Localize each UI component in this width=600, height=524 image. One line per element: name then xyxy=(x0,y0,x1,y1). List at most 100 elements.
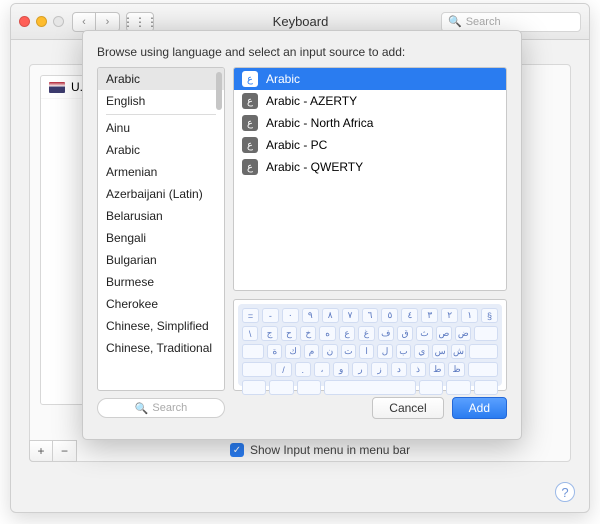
key xyxy=(474,326,498,341)
key xyxy=(468,362,498,377)
traffic-lights xyxy=(19,16,64,27)
source-item-label: Arabic xyxy=(266,72,300,86)
zoom-icon[interactable] xyxy=(53,16,64,27)
language-item[interactable]: Azerbaijani (Latin) xyxy=(98,183,224,205)
key: ا xyxy=(359,344,374,359)
key: = xyxy=(242,308,259,323)
keyboard-row: ظطذدزرو،./ xyxy=(242,362,498,377)
key: ط xyxy=(429,362,445,377)
search-icon: 🔍 xyxy=(448,15,462,28)
key: ش xyxy=(451,344,466,359)
language-item[interactable]: English xyxy=(98,90,224,112)
scrollbar-thumb[interactable] xyxy=(216,72,222,110)
key: خ xyxy=(300,326,316,341)
language-item[interactable]: Arabic xyxy=(98,68,224,90)
key: و xyxy=(333,362,349,377)
minimize-icon[interactable] xyxy=(36,16,47,27)
language-item[interactable]: Arabic xyxy=(98,139,224,161)
show-all-button[interactable]: ⋮⋮⋮ xyxy=(126,12,154,32)
toolbar-search[interactable]: 🔍 Search xyxy=(441,12,581,32)
checkbox-checked-icon[interactable]: ✓ xyxy=(230,443,244,457)
key: ٢ xyxy=(441,308,458,323)
sheet-search[interactable]: 🔍 Search xyxy=(97,398,225,418)
key: م xyxy=(304,344,319,359)
key: ٨ xyxy=(322,308,339,323)
remove-source-button[interactable]: − xyxy=(53,440,77,462)
show-input-menu-label: Show Input menu in menu bar xyxy=(250,443,410,457)
divider xyxy=(106,114,216,115)
flag-icon xyxy=(49,82,65,93)
language-item[interactable]: Chinese, Traditional xyxy=(98,337,224,359)
source-item[interactable]: عArabic - PC xyxy=(234,134,506,156)
source-list[interactable]: ع Arabic ع Arabic - AZERTY عArabic - North A… xyxy=(233,67,507,291)
help-button[interactable]: ? xyxy=(555,482,575,502)
key: ت xyxy=(341,344,356,359)
keyboard-row: شسيبلاتنمكة xyxy=(242,344,498,359)
close-icon[interactable] xyxy=(19,16,30,27)
input-source-icon: ع xyxy=(242,71,258,87)
key: ح xyxy=(281,326,297,341)
forward-button[interactable]: › xyxy=(96,12,120,32)
language-list[interactable]: ArabicEnglishAinuArabicArmenianAzerbaija… xyxy=(97,67,225,391)
key: ع xyxy=(339,326,355,341)
key: ث xyxy=(416,326,432,341)
sheet-search-placeholder: Search xyxy=(152,402,187,414)
add-source-button[interactable]: + xyxy=(29,440,53,462)
key: ل xyxy=(377,344,392,359)
key: § xyxy=(481,308,498,323)
language-item[interactable]: Chinese, Simplified xyxy=(98,315,224,337)
key: ب xyxy=(396,344,411,359)
source-item[interactable]: ع Arabic - QWERTY xyxy=(234,156,506,178)
language-item[interactable]: Ainu xyxy=(98,117,224,139)
add-remove-buttons: + − xyxy=(29,440,77,462)
key: ظ xyxy=(448,362,464,377)
keyboard-row: §١٢٣٤٥٦٧٨٩٠-= xyxy=(242,308,498,323)
key: ف xyxy=(378,326,394,341)
keyboard-row: ضصثقفغعهخحج\ xyxy=(242,326,498,341)
back-button[interactable]: ‹ xyxy=(72,12,96,32)
key: ه xyxy=(319,326,335,341)
source-item[interactable]: ع Arabic xyxy=(234,68,506,90)
key: ق xyxy=(397,326,413,341)
source-item-label: Arabic - PC xyxy=(266,138,327,152)
language-item[interactable]: Armenian xyxy=(98,161,224,183)
key: د xyxy=(391,362,407,377)
sheet-prompt: Browse using language and select an inpu… xyxy=(97,45,507,59)
key: - xyxy=(262,308,279,323)
key: ج xyxy=(261,326,277,341)
input-source-icon: ع xyxy=(242,115,258,131)
key: . xyxy=(295,362,311,377)
key: ذ xyxy=(410,362,426,377)
add-input-source-sheet: Browse using language and select an inpu… xyxy=(82,30,522,440)
input-source-icon: ع xyxy=(242,159,258,175)
key: ي xyxy=(414,344,429,359)
language-item[interactable]: Bengali xyxy=(98,227,224,249)
key: غ xyxy=(358,326,374,341)
toolbar-search-placeholder: Search xyxy=(466,16,501,28)
source-item[interactable]: ع Arabic - AZERTY xyxy=(234,90,506,112)
key: / xyxy=(275,362,291,377)
key xyxy=(242,362,272,377)
language-item[interactable]: Belarusian xyxy=(98,205,224,227)
key: ٣ xyxy=(421,308,438,323)
language-item[interactable]: Bulgarian xyxy=(98,249,224,271)
cancel-button[interactable]: Cancel xyxy=(372,397,443,419)
key: ١ xyxy=(461,308,478,323)
key: ٩ xyxy=(302,308,319,323)
language-item[interactable]: Cherokee xyxy=(98,293,224,315)
source-item-label: Arabic - AZERTY xyxy=(266,94,357,108)
key: ٥ xyxy=(381,308,398,323)
source-item-label: Arabic - QWERTY xyxy=(266,160,363,174)
key: ز xyxy=(371,362,387,377)
key: ص xyxy=(436,326,452,341)
window-title: Keyboard xyxy=(160,14,441,29)
language-item[interactable]: Burmese xyxy=(98,271,224,293)
key: ٦ xyxy=(362,308,379,323)
key: س xyxy=(432,344,447,359)
input-source-icon: ع xyxy=(242,93,258,109)
source-item[interactable]: عArabic - North Africa xyxy=(234,112,506,134)
key xyxy=(469,344,498,359)
key: ن xyxy=(322,344,337,359)
key: \ xyxy=(242,326,258,341)
add-button[interactable]: Add xyxy=(452,397,507,419)
